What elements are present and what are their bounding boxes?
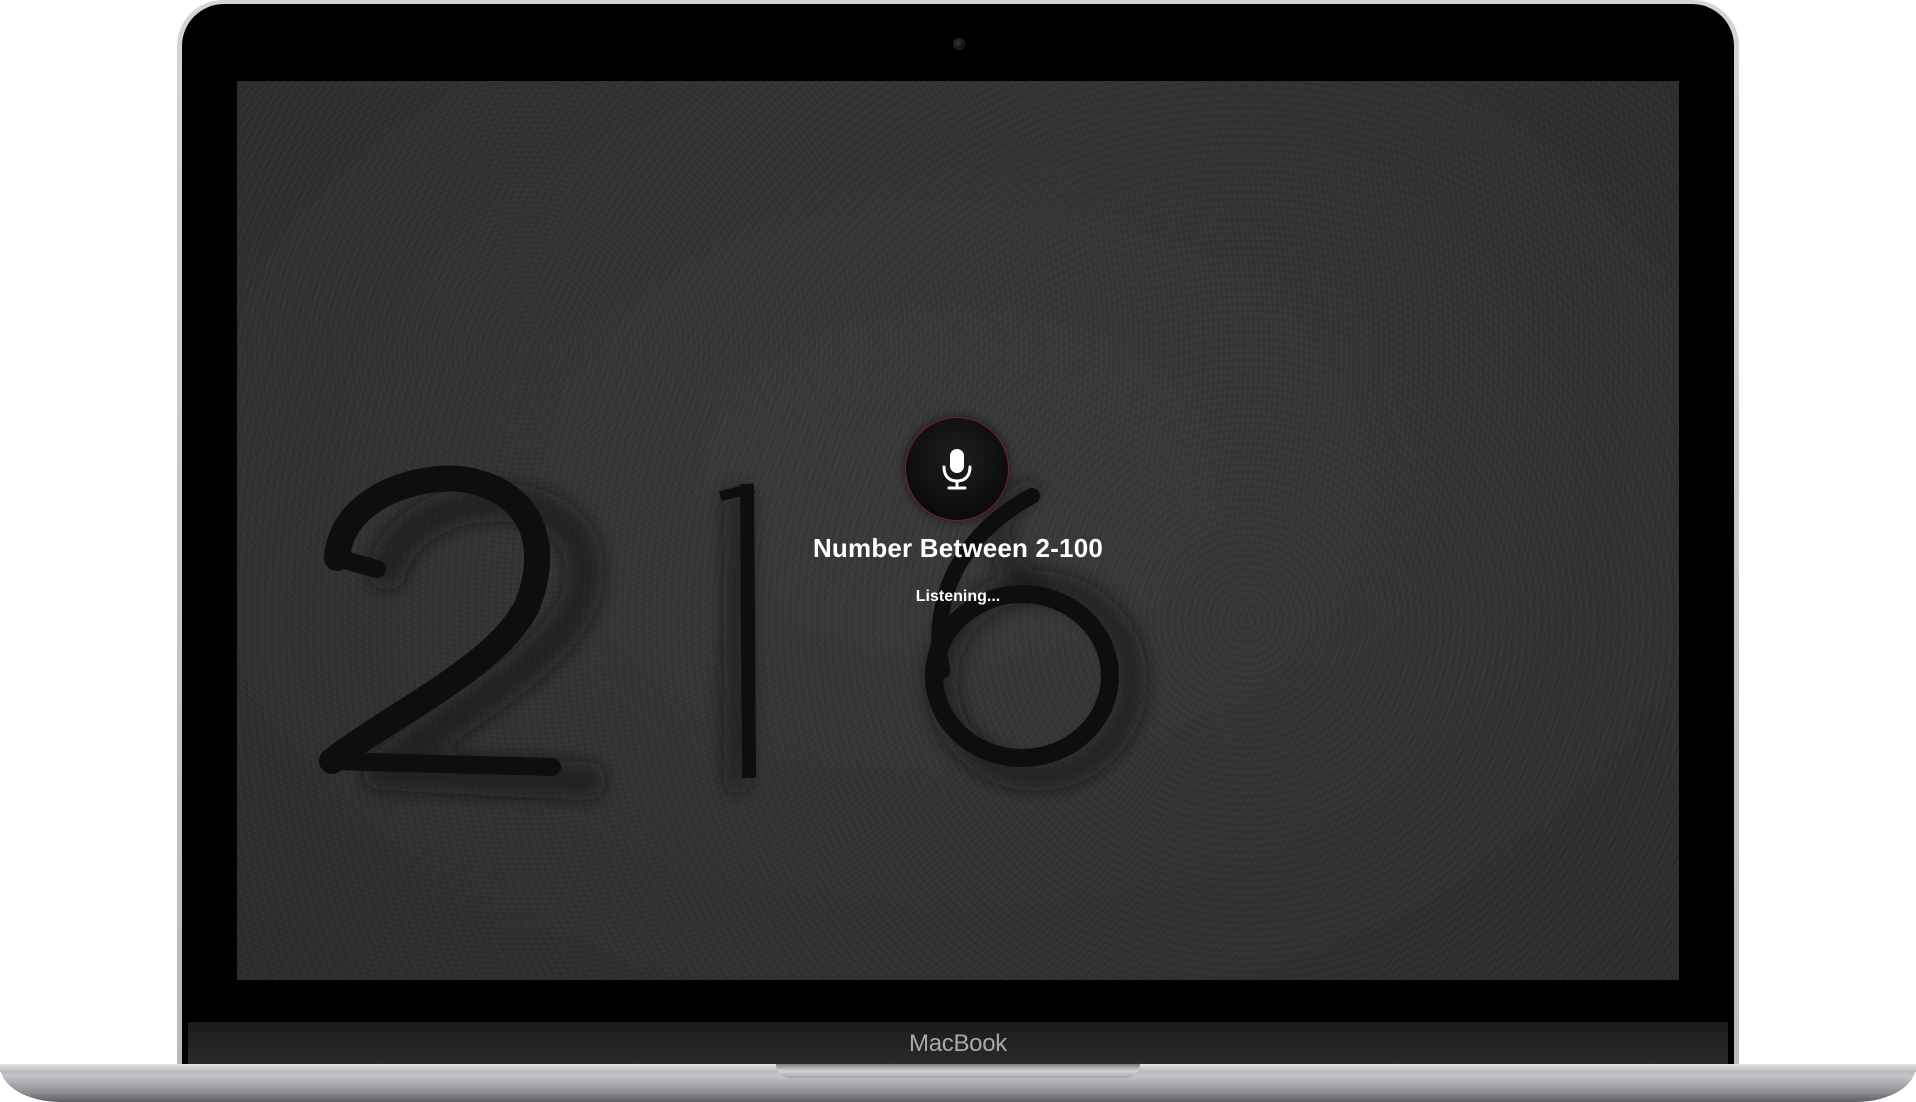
app-screen: Number Between 2-100 Listening... bbox=[237, 81, 1679, 980]
camera-icon bbox=[953, 38, 965, 50]
brand-label: MacBook bbox=[909, 1030, 1007, 1057]
lid-opening-notch bbox=[776, 1064, 1140, 1078]
microphone-icon bbox=[942, 449, 972, 490]
background-numerals-image bbox=[319, 465, 1147, 800]
laptop-mockup: Number Between 2-100 Listening... MacBoo… bbox=[0, 0, 1916, 1102]
microphone-button[interactable] bbox=[905, 417, 1009, 521]
voice-prompt-status: Listening... bbox=[915, 588, 1001, 605]
voice-prompt-title: Number Between 2-100 bbox=[812, 533, 1104, 563]
